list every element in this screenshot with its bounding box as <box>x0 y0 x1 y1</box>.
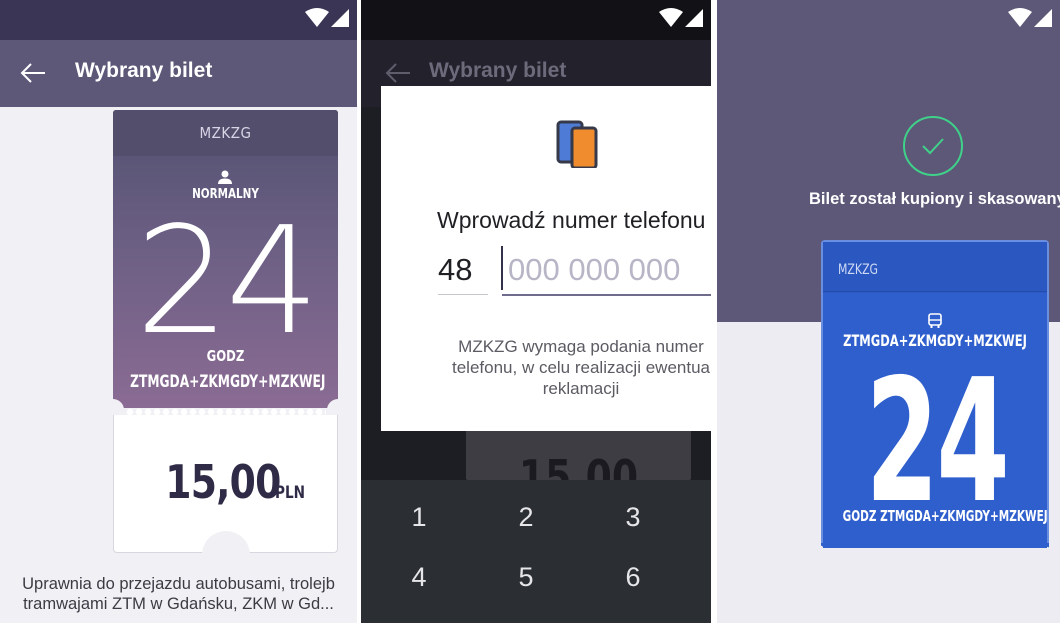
toolbar: Wybrany bilet <box>0 40 357 107</box>
ticket-duration: 24 <box>865 343 1010 541</box>
back-arrow-icon[interactable] <box>20 62 46 84</box>
wifi-icon <box>659 8 683 27</box>
page-title: Wybrany bilet <box>75 59 213 82</box>
dialog-message: MZKZG wymaga podania numer telefonu, w c… <box>391 336 711 399</box>
ticket-footer: GODZ ZTMGDA+ZKMGDY+MZKWEJ <box>842 507 1048 525</box>
back-arrow-icon[interactable] <box>385 62 411 84</box>
status-bar <box>361 0 711 40</box>
wifi-icon <box>1008 8 1032 27</box>
page-title: Wybrany bilet <box>429 59 567 82</box>
price-currency: PLN <box>274 483 306 503</box>
screen-selected-ticket: Wybrany bilet MZKZG NORMALNY 24 GODZ ZTM… <box>0 0 357 623</box>
ticket-carrier: MZKZG <box>838 262 879 278</box>
key-1[interactable]: 1 <box>389 502 449 533</box>
signal-icon <box>331 9 349 27</box>
ticket-zones: ZTMGDA+ZKMGDY+MZKWEJ <box>130 372 326 392</box>
bus-icon <box>928 313 942 328</box>
phone-dialog: Wprowadź numer telefonu 48 MZKZG wymaga … <box>381 86 711 431</box>
key-5[interactable]: 5 <box>496 562 556 593</box>
person-icon <box>218 170 232 184</box>
description-line: Uprawnia do przejazdu autobusami, trolej… <box>22 575 335 593</box>
signal-icon <box>1034 9 1052 27</box>
message-line: MZKZG wymaga podania numer <box>458 337 704 356</box>
ticket-price-section: 15,00PLN <box>113 415 339 579</box>
check-icon <box>922 138 944 155</box>
price-amount: 15,00 <box>165 455 282 509</box>
message-line: reklamacji <box>542 379 620 398</box>
status-bar <box>0 0 357 40</box>
country-prefix[interactable]: 48 <box>438 252 488 295</box>
description-line: tramwajami ZTM w Gdańsku, ZKM w Gd... <box>23 595 334 613</box>
ticket-card[interactable]: MZKZG NORMALNY 24 GODZ ZTMGDA+ZKMGDY+MZK… <box>102 110 349 579</box>
ticket-bottom-notch <box>202 531 250 579</box>
key-4[interactable]: 4 <box>389 562 449 593</box>
ticket-description: Uprawnia do przejazdu autobusami, trolej… <box>0 574 357 614</box>
ticket-header: MZKZG <box>823 242 1047 292</box>
status-bar <box>717 0 1060 40</box>
wifi-icon <box>305 8 329 27</box>
success-check-circle <box>903 116 963 176</box>
success-message: Bilet został kupiony i skasowany <box>809 190 1060 208</box>
text-cursor <box>501 246 503 290</box>
ticket-body: ZTMGDA+ZKMGDY+MZKWEJ 24 GODZ ZTMGDA+ZKMG… <box>823 293 1048 548</box>
ticket-perforation <box>821 543 1049 551</box>
ticket-duration: 24 <box>135 195 319 367</box>
ticket-price: 15,00PLN <box>114 455 339 509</box>
dialog-title: Wprowadź numer telefonu <box>437 207 706 233</box>
ticket-duration-unit: GODZ <box>206 347 245 365</box>
screen-phone-dialog: Wybrany bilet 15,00 Wprowadź numer telef… <box>361 0 711 623</box>
ticket-card-validated[interactable]: MZKZG ZTMGDA+ZKMGDY+MZKWEJ 24 GODZ ZTMGD… <box>821 240 1049 548</box>
signal-icon <box>685 9 703 27</box>
screen-ticket-purchased: Bilet został kupiony i skasowany MZKZG Z… <box>717 0 1060 623</box>
ticket-top: MZKZG NORMALNY 24 GODZ ZTMGDA+ZKMGDY+MZK… <box>113 110 338 408</box>
key-2[interactable]: 2 <box>496 502 556 533</box>
phone-icon <box>556 120 598 168</box>
ticket-carrier: MZKZG <box>199 124 252 142</box>
key-3[interactable]: 3 <box>603 502 663 533</box>
phone-number-input[interactable] <box>502 246 711 296</box>
numeric-keypad: 1 2 3 4 5 6 <box>361 480 711 623</box>
key-6[interactable]: 6 <box>603 562 663 593</box>
message-line: telefonu, w celu realizacji ewentua <box>452 358 710 377</box>
